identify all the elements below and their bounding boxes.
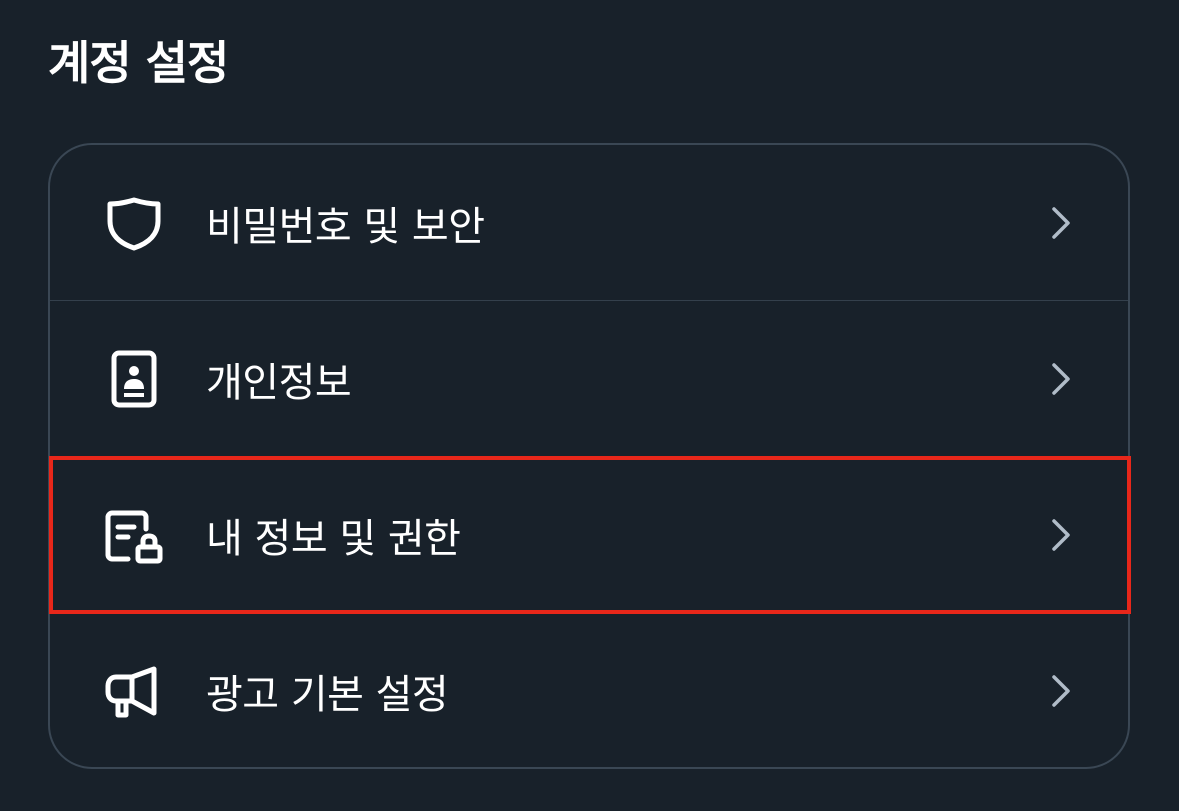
menu-item-password-security[interactable]: 비밀번호 및 보안 xyxy=(50,145,1128,301)
menu-item-ad-preferences[interactable]: 광고 기본 설정 xyxy=(50,613,1128,767)
settings-card: 비밀번호 및 보안 개인정보 내 정보 및 권한 광고 기본 설정 xyxy=(48,143,1130,769)
section-title: 계정 설정 xyxy=(48,36,229,90)
chevron-right-icon xyxy=(1046,671,1076,711)
menu-item-label: 내 정보 및 권한 xyxy=(206,515,461,562)
menu-item-label: 광고 기본 설정 xyxy=(206,672,449,718)
account-settings-page: 계정 설정 비밀번호 및 보안 개인정보 내 정보 및 권한 광고 기본 설정 xyxy=(0,0,1179,811)
chevron-right-icon xyxy=(1046,515,1076,555)
shield-icon xyxy=(104,193,164,253)
menu-item-label: 개인정보 xyxy=(206,359,352,406)
menu-item-label: 비밀번호 및 보안 xyxy=(206,203,485,250)
menu-item-personal-info[interactable]: 개인정보 xyxy=(50,301,1128,457)
id-card-icon xyxy=(104,349,164,409)
document-lock-icon xyxy=(104,505,164,565)
menu-item-my-info-permissions[interactable]: 내 정보 및 권한 xyxy=(50,457,1128,613)
chevron-right-icon xyxy=(1046,359,1076,399)
chevron-right-icon xyxy=(1046,203,1076,243)
megaphone-icon xyxy=(104,661,164,721)
